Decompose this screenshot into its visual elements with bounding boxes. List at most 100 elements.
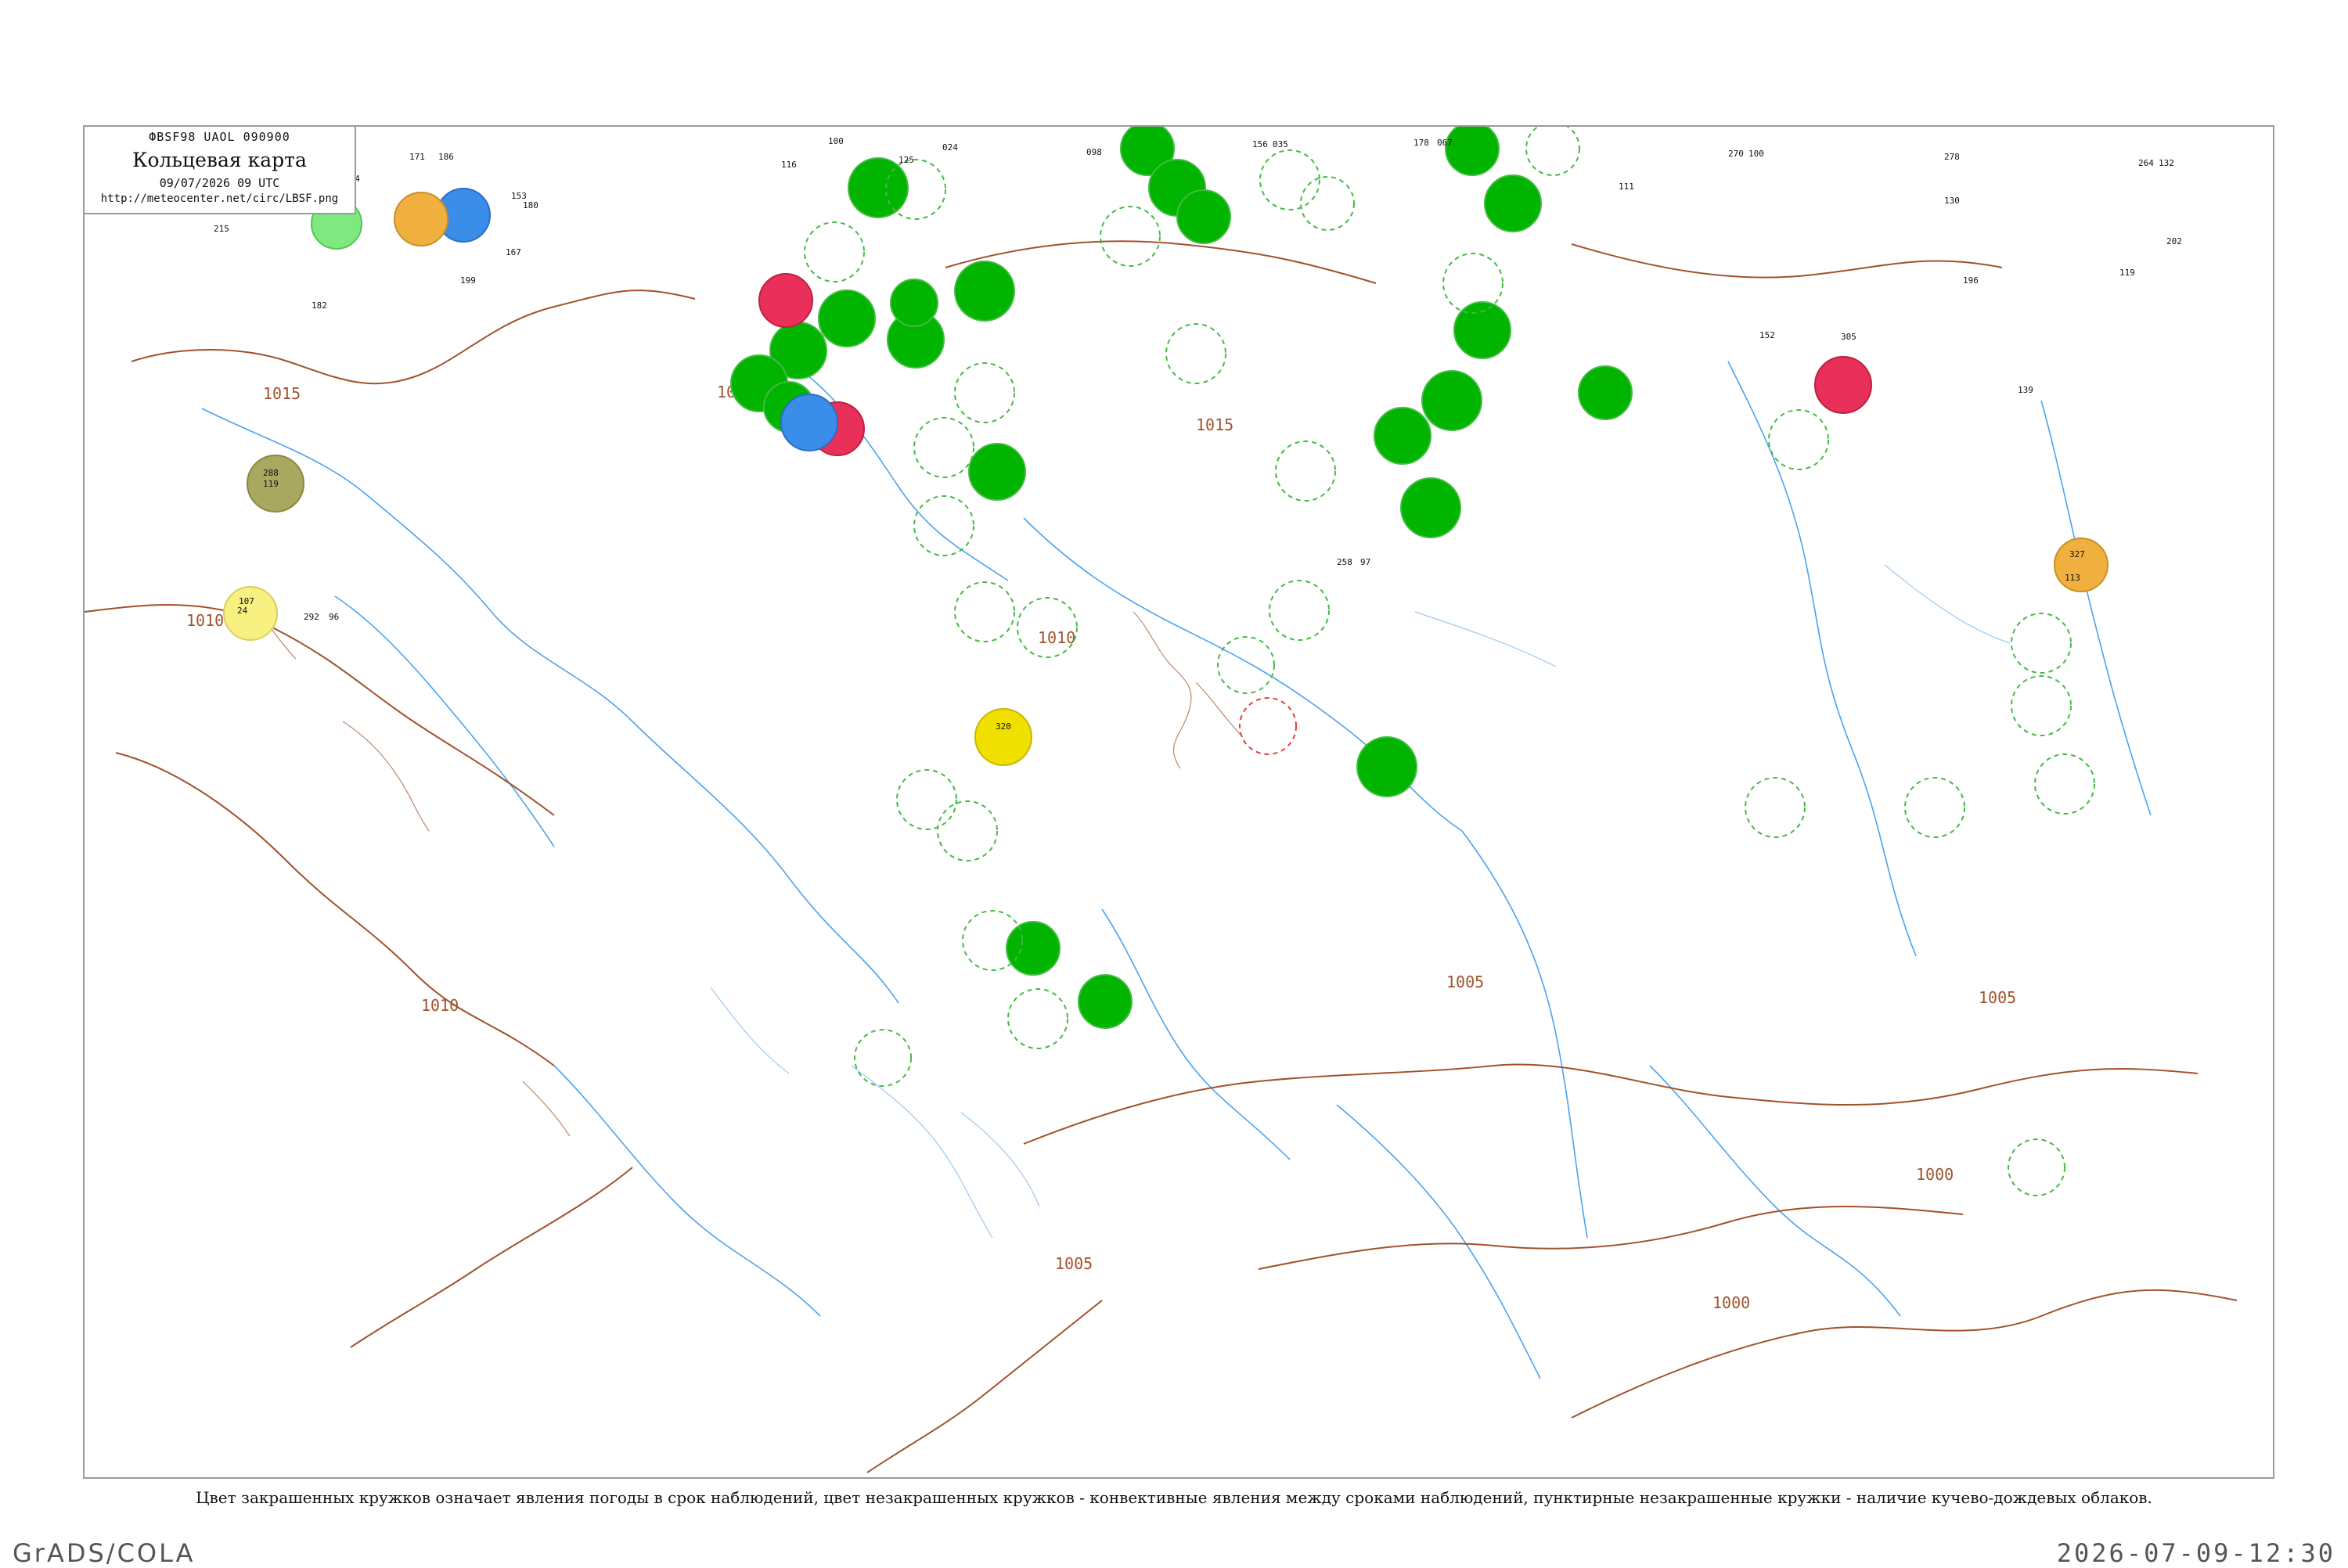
- cb-cloud-circle: [2008, 1138, 2065, 1196]
- isobar-label: 1015: [263, 384, 301, 403]
- thunderstorm-circle: [848, 157, 909, 218]
- thunderstorm-circle: [890, 279, 938, 327]
- cb-cloud-circle: [954, 581, 1015, 642]
- thunderstorm-circle: [1006, 921, 1061, 976]
- station-value: 186: [438, 152, 454, 162]
- station-value: 199: [460, 275, 476, 286]
- cb-cloud-circle: [854, 1029, 912, 1087]
- station-value: 035: [1273, 139, 1288, 149]
- isobars-layer: [85, 240, 2238, 1473]
- map-frame: 1015 1015 1010 1015 1010 1005 1005 1000 …: [83, 125, 2274, 1479]
- station-value: 024: [942, 142, 958, 153]
- station-value: 130: [1944, 196, 1960, 206]
- cb-cloud-circle: [2034, 753, 2095, 815]
- cb-cloud-circle: [2011, 613, 2072, 674]
- rivers-layer: [201, 361, 2152, 1379]
- station-value: 125: [899, 155, 914, 165]
- map-url: http://meteocenter.net/circ/LBSF.png: [100, 192, 339, 205]
- map-canvas: 1015 1015 1010 1015 1010 1005 1005 1000 …: [85, 127, 2238, 1473]
- station-value: 305: [1841, 332, 1856, 342]
- cb-cloud-circle: [1007, 988, 1068, 1049]
- footer-credit: GrADS/COLA: [13, 1538, 196, 1568]
- thunderstorm-circle: [1445, 127, 1500, 176]
- cb-cloud-circle: [896, 769, 957, 830]
- station-value: 327: [2069, 549, 2085, 559]
- terrain-layer: [256, 611, 1244, 1137]
- cb-cloud-circle: [913, 495, 974, 556]
- map-time: 09/07/2026 09 UTC: [159, 176, 280, 190]
- thunderstorm-circle: [1578, 365, 1633, 420]
- isobar-label: 1000: [1916, 1165, 1954, 1184]
- cb-cloud-circle: [1165, 323, 1226, 384]
- thunderstorm-circle: [818, 290, 876, 347]
- station-value: 156: [1252, 139, 1268, 149]
- station-value: 96: [329, 612, 339, 622]
- station-value: 270: [1728, 149, 1744, 159]
- cb-cloud-circle: [1904, 777, 1965, 838]
- thunderstorm-circle: [1400, 477, 1461, 538]
- header-code: ФBSF98 UAOL 090900: [149, 130, 290, 144]
- station-value: 116: [781, 160, 797, 170]
- cb-cloud-circle: [913, 417, 974, 478]
- station-value: 196: [1963, 275, 1979, 286]
- isobar-label: 1005: [1446, 973, 1484, 991]
- haze-circle: [394, 192, 448, 246]
- station-value: 180: [523, 200, 538, 210]
- station-value: 132: [2159, 158, 2174, 168]
- isobar-labels: 1015 1015 1010 1015 1010 1005 1005 1000 …: [186, 383, 2016, 1312]
- station-value: 119: [263, 479, 279, 489]
- station-value: 178: [1413, 138, 1429, 148]
- station-value: 215: [214, 224, 229, 234]
- cb-cloud-circle: [2011, 675, 2072, 736]
- station-value: 139: [2018, 385, 2033, 395]
- station-value: 171: [409, 152, 425, 162]
- station-value: 258: [1337, 557, 1352, 567]
- cb-cloud-circle: [954, 362, 1015, 423]
- isobar-label: 1010: [1038, 628, 1075, 647]
- station-value: 288: [263, 468, 279, 478]
- thunderstorm-circle: [1356, 736, 1417, 797]
- isobar-label: 1015: [1196, 415, 1233, 434]
- station-value: 153: [511, 191, 527, 201]
- mist-circle: [223, 586, 278, 641]
- cb-cloud-circle: [1525, 127, 1580, 176]
- footer-timestamp: 2026-07-09-12:30: [2056, 1538, 2335, 1568]
- station-value: 292: [304, 612, 319, 622]
- thunderstorm-circle: [1421, 370, 1482, 431]
- legend-note: Цвет закрашенных кружков означает явлени…: [196, 1488, 2152, 1507]
- haze-circle: [2054, 538, 2109, 592]
- cb-cloud-circle: [1768, 409, 1829, 470]
- station-value: 100: [1748, 149, 1764, 159]
- station-value: 182: [312, 300, 327, 311]
- cb-cloud-circle: [1275, 441, 1336, 502]
- isobar-label: 1005: [1979, 988, 2016, 1007]
- thunderstorm-circle: [1453, 301, 1511, 359]
- isobar-label: 1010: [421, 996, 459, 1015]
- thunderstorm-circle: [968, 443, 1026, 501]
- cb-cloud-circle: [804, 221, 865, 282]
- thunderstorm-circle: [1484, 174, 1542, 232]
- title-box: ФBSF98 UAOL 090900 Кольцевая карта 09/07…: [85, 127, 356, 214]
- cb-cloud-circle: [937, 800, 998, 861]
- station-value: 167: [506, 247, 521, 257]
- station-value: 278: [1944, 152, 1960, 162]
- cb-cloud-circle: [1259, 149, 1320, 210]
- shower-circle: [780, 394, 838, 451]
- cb-cloud-circle: [1217, 636, 1275, 694]
- cb-cloud-circle: [1239, 697, 1297, 755]
- thunderstorm-circle: [1176, 189, 1231, 244]
- station-value: 098: [1086, 147, 1102, 157]
- station-value: 320: [996, 721, 1011, 732]
- cb-cloud-circle: [1100, 206, 1161, 267]
- coast-layer: [710, 564, 2011, 1239]
- station-value: 111: [1619, 182, 1634, 192]
- isobar-label: 1000: [1712, 1293, 1750, 1312]
- thunderstorm-circle: [1078, 974, 1133, 1029]
- thunderstorm-circle: [1374, 407, 1431, 465]
- station-value: 152: [1759, 330, 1775, 340]
- station-value: 067: [1437, 138, 1453, 148]
- station-value: 100: [828, 136, 844, 146]
- station-value: 113: [2065, 573, 2080, 583]
- cb-cloud-circle: [1745, 777, 1806, 838]
- station-value: 24: [237, 606, 248, 616]
